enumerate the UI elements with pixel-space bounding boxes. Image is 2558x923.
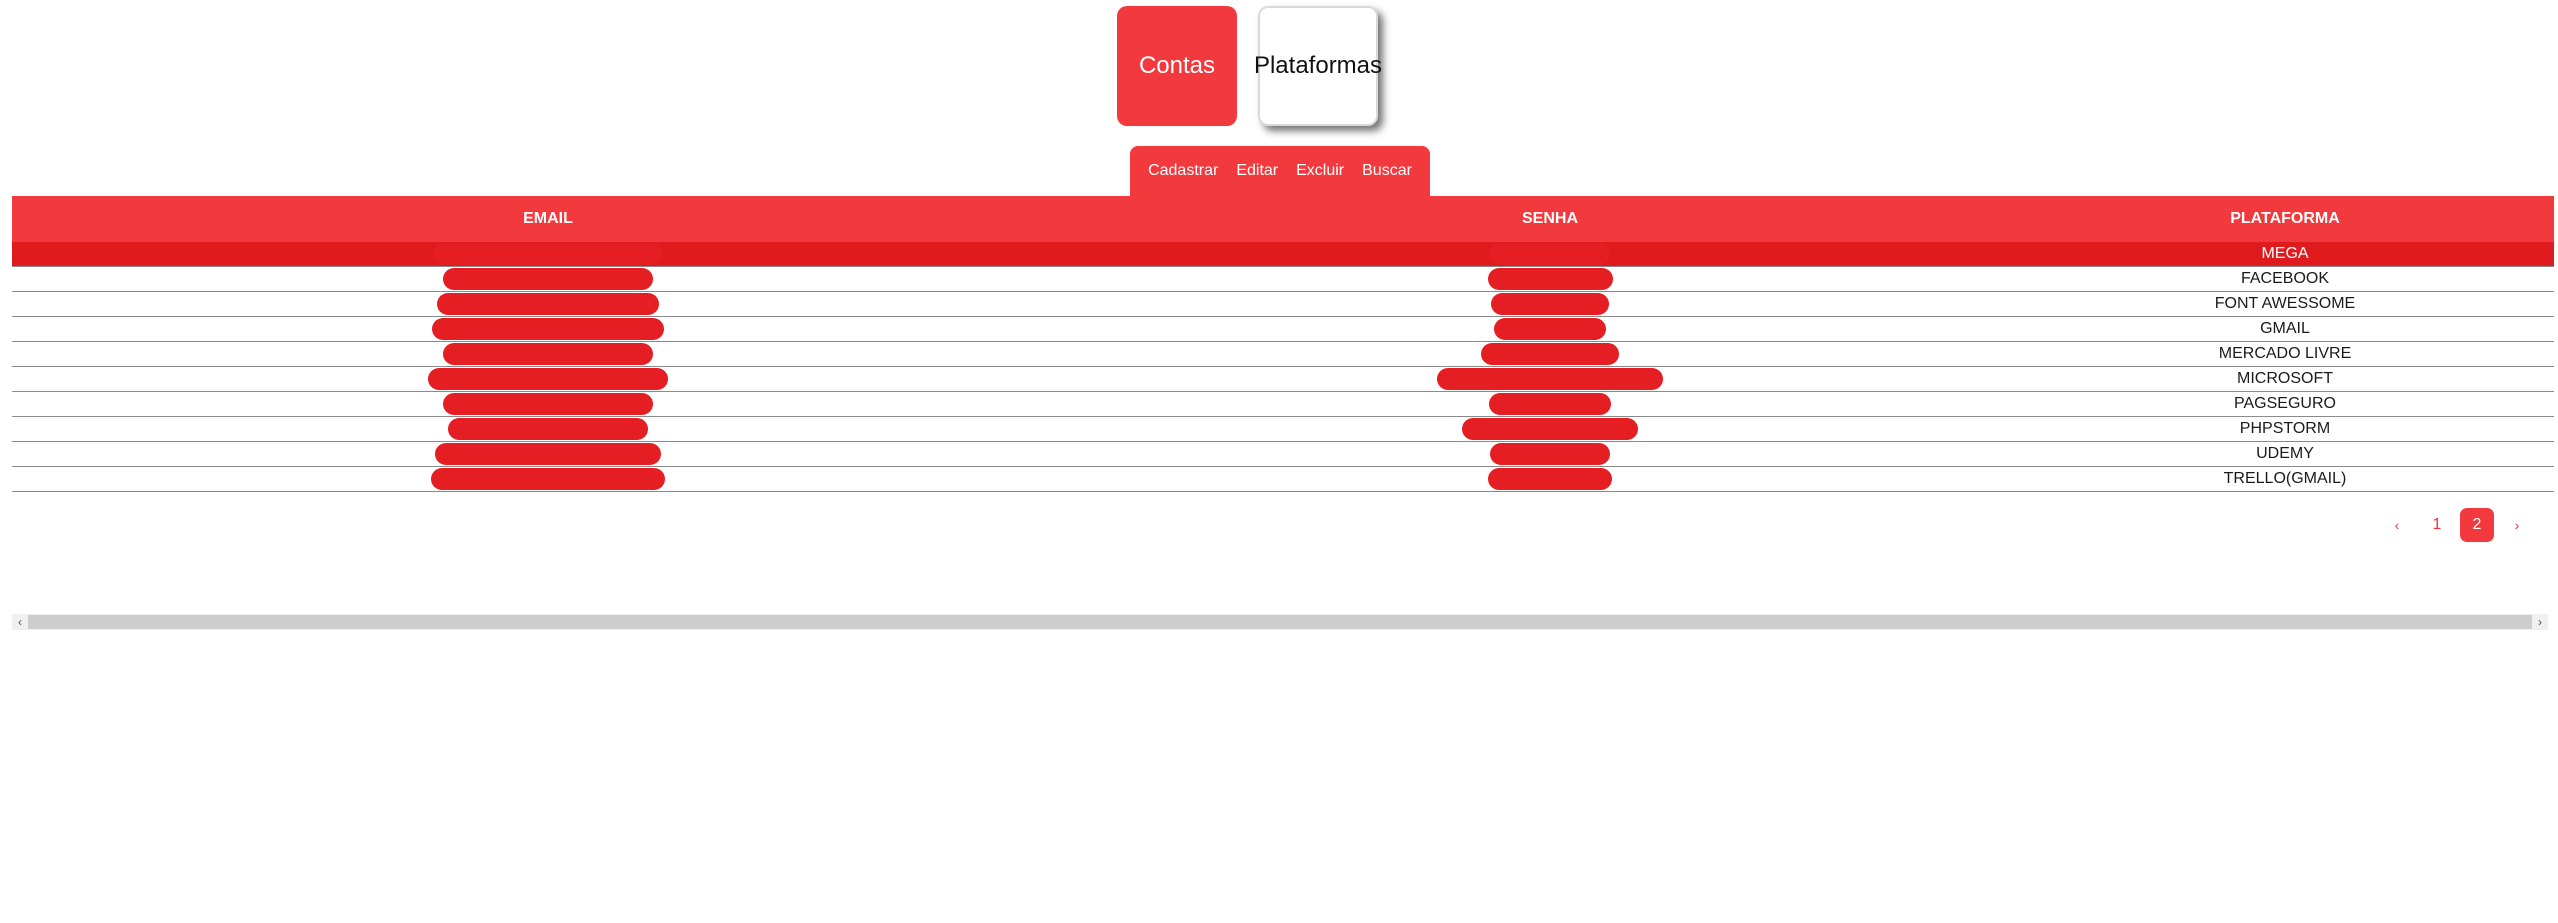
table-row[interactable]: FONT AWESSOME — [12, 292, 2554, 317]
redaction-mark — [1490, 442, 1610, 465]
plataforma-cell: MEGA — [2261, 245, 2309, 262]
senha-cell — [1084, 342, 2016, 367]
redaction-mark — [1490, 242, 1610, 265]
next-page-button[interactable]: › — [2500, 508, 2534, 542]
plataforma-cell: PAGSEGURO — [2234, 395, 2336, 412]
column-header-plataforma[interactable]: PLATAFORMA — [2016, 196, 2554, 242]
redaction-mark — [1494, 317, 1606, 340]
redaction-mark — [1437, 367, 1663, 390]
email-cell — [12, 417, 1084, 442]
plataforma-cell: FONT AWESSOME — [2214, 295, 2356, 312]
plataforma-cell: MICROSOFT — [2237, 370, 2333, 387]
redaction-mark — [1491, 292, 1609, 315]
horizontal-scrollbar[interactable]: ‹ › — [12, 614, 2548, 630]
table-row[interactable]: MERCADO LIVRE — [12, 342, 2554, 367]
editar-button[interactable]: Editar — [1227, 160, 1287, 182]
senha-cell — [1084, 442, 2016, 467]
plataforma-cell: TRELLO(GMAIL) — [2223, 470, 2347, 487]
table-row[interactable]: GMAIL — [12, 317, 2554, 342]
redaction-mark — [1488, 467, 1612, 490]
email-cell — [12, 242, 1084, 267]
redaction-mark — [435, 442, 661, 465]
redaction-mark — [437, 292, 659, 315]
plataforma-cell: GMAIL — [2260, 320, 2310, 337]
email-cell — [12, 342, 1084, 367]
scrollbar-thumb[interactable] — [28, 615, 2532, 629]
top-nav: Contas Plataformas — [1117, 6, 1382, 126]
plataformas-button[interactable]: Plataformas — [1254, 6, 1382, 126]
table-row[interactable]: MICROSOFT — [12, 367, 2554, 392]
table-row[interactable]: PHPSTORM — [12, 417, 2554, 442]
redaction-mark — [1489, 392, 1611, 415]
excluir-button[interactable]: Excluir — [1287, 160, 1353, 182]
redaction-mark — [448, 417, 648, 440]
contas-button[interactable]: Contas — [1117, 6, 1237, 126]
cadastrar-button[interactable]: Cadastrar — [1139, 160, 1227, 182]
email-cell — [12, 267, 1084, 292]
senha-cell — [1084, 292, 2016, 317]
table-row[interactable]: TRELLO(GMAIL) — [12, 467, 2554, 492]
table-row[interactable]: FACEBOOK — [12, 267, 2554, 292]
page-2-button[interactable]: 2 — [2460, 508, 2494, 542]
senha-cell — [1084, 392, 2016, 417]
table-row[interactable]: MEGA — [12, 242, 2554, 267]
accounts-table-container: EMAIL SENHA PLATAFORMA MEGA FACEBOOK FON… — [12, 196, 2554, 492]
buscar-button[interactable]: Buscar — [1353, 160, 1421, 182]
accounts-table: EMAIL SENHA PLATAFORMA MEGA FACEBOOK FON… — [12, 196, 2554, 492]
senha-cell — [1084, 417, 2016, 442]
redaction-mark — [428, 367, 668, 390]
senha-cell — [1084, 317, 2016, 342]
email-cell — [12, 292, 1084, 317]
plataforma-cell: FACEBOOK — [2240, 270, 2330, 287]
action-bar: Cadastrar Editar Excluir Buscar — [1130, 146, 1430, 196]
email-cell — [12, 442, 1084, 467]
plataforma-cell: UDEMY — [2256, 445, 2314, 462]
pagination: ‹ 1 2 › — [2380, 508, 2534, 542]
chevron-left-icon[interactable]: ‹ — [12, 614, 28, 630]
senha-cell — [1084, 367, 2016, 392]
redaction-mark — [432, 317, 664, 340]
redaction-mark — [433, 242, 663, 265]
senha-cell — [1084, 467, 2016, 492]
table-row[interactable]: PAGSEGURO — [12, 392, 2554, 417]
redaction-mark — [443, 392, 653, 415]
page-1-button[interactable]: 1 — [2420, 508, 2454, 542]
redaction-mark — [443, 342, 653, 365]
redaction-mark — [431, 467, 665, 490]
senha-cell — [1084, 267, 2016, 292]
chevron-right-icon[interactable]: › — [2532, 614, 2548, 630]
redaction-mark — [1481, 342, 1619, 365]
email-cell — [12, 392, 1084, 417]
column-header-senha[interactable]: SENHA — [1084, 196, 2016, 242]
email-cell — [12, 317, 1084, 342]
redaction-mark — [443, 267, 653, 290]
plataforma-cell: MERCADO LIVRE — [2218, 345, 2352, 362]
email-cell — [12, 367, 1084, 392]
redaction-mark — [1462, 417, 1638, 440]
redaction-mark — [1487, 267, 1613, 290]
table-header-row: EMAIL SENHA PLATAFORMA — [12, 196, 2554, 242]
page: Contas Plataformas Cadastrar Editar Excl… — [0, 0, 2558, 923]
table-row[interactable]: UDEMY — [12, 442, 2554, 467]
prev-page-button[interactable]: ‹ — [2380, 508, 2414, 542]
email-cell — [12, 467, 1084, 492]
column-header-email[interactable]: EMAIL — [12, 196, 1084, 242]
senha-cell — [1084, 242, 2016, 267]
plataforma-cell: PHPSTORM — [2239, 420, 2331, 437]
